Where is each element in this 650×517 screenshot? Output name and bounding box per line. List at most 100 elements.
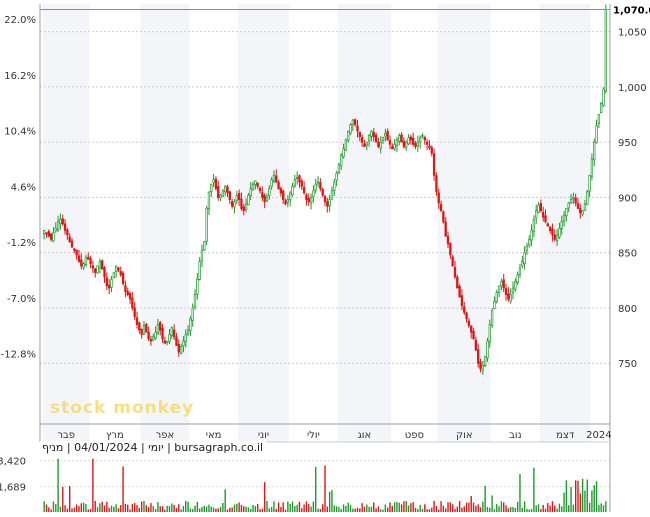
volume-bar (537, 504, 540, 512)
candle-body (249, 188, 252, 197)
volume-bar (382, 509, 384, 512)
candle-body (256, 182, 259, 187)
volume-bar (384, 504, 387, 512)
candle-body (581, 210, 584, 215)
x-month-label: אפר (156, 430, 175, 441)
volume-bar (470, 495, 472, 512)
candle-body (367, 135, 371, 142)
volume-bar (64, 505, 66, 512)
watermark: stock monkey (50, 398, 195, 418)
volume-bar (117, 508, 120, 512)
volume-bar (479, 507, 482, 512)
candle-body (600, 103, 603, 113)
month-band (189, 4, 238, 442)
candle-body (265, 197, 269, 202)
volume-bar (62, 486, 64, 512)
y-axis-right: 1,050 1,000 950 900 850 800 750 (618, 28, 647, 371)
candle-body (377, 141, 380, 147)
volume-bar (477, 504, 479, 512)
month-band (140, 4, 190, 442)
candle-body (94, 268, 97, 273)
volume-bar (78, 506, 80, 512)
volume-bar (59, 506, 62, 512)
volume-bar (303, 504, 305, 512)
volume-bar (593, 485, 595, 512)
candle-body (226, 186, 229, 194)
candle-body (551, 228, 554, 236)
volume-bar (565, 480, 568, 512)
volume-bar (421, 509, 424, 512)
volume-bar (108, 507, 110, 512)
candle-body (77, 255, 81, 262)
candle-body (242, 206, 245, 212)
candle-body (131, 297, 134, 309)
candle-body (309, 197, 313, 204)
volume-bar (475, 506, 477, 512)
volume-bar (438, 509, 440, 512)
candle-body (449, 243, 452, 256)
candle-body (291, 186, 294, 196)
volume-bar (157, 502, 159, 512)
volume-bar (73, 507, 76, 512)
volume-bar (496, 504, 498, 512)
volume-bar (270, 506, 273, 512)
volume-bar (326, 506, 329, 512)
candle-body (414, 143, 417, 147)
candle-body (465, 312, 468, 320)
candle-body (142, 325, 146, 335)
candle-body (284, 200, 287, 205)
volume-bar (154, 508, 157, 512)
volume-bar (301, 508, 303, 512)
candle-body (237, 193, 241, 200)
candle-body (154, 331, 157, 339)
volume-bar (523, 501, 526, 512)
candle-body (203, 241, 206, 251)
chart-root: 1,070.00 22.0% 16.2% 10.4% 4.6% -1.2% -7.0% -1… (0, 0, 650, 513)
y-right-tick-label: 750 (618, 359, 637, 370)
volume-bar (55, 504, 57, 512)
volume-bar (554, 505, 556, 512)
candle-body (42, 230, 46, 235)
y-right-tick-label: 850 (618, 249, 637, 260)
candle-body (117, 267, 120, 271)
candle-body (179, 346, 183, 354)
candle-body (145, 323, 148, 333)
month-band (590, 4, 607, 442)
month-band (337, 4, 392, 442)
volume-bar (398, 502, 400, 512)
volume-bar (224, 489, 226, 512)
candle-body (228, 191, 232, 200)
volume-bar (498, 506, 500, 512)
candle-body (483, 356, 487, 366)
volume-bar (133, 503, 136, 512)
volume-bar (551, 501, 554, 512)
volume-bar (110, 505, 113, 512)
volume-bar (312, 501, 315, 512)
candle-body (247, 194, 250, 206)
volume-bar (291, 501, 294, 512)
volume-bar (359, 508, 361, 512)
candle-body (170, 327, 173, 336)
candle-body (80, 259, 83, 267)
candle-body (121, 272, 125, 284)
volume-bar (335, 506, 338, 512)
y-left-tick-label: 22.0% (4, 15, 36, 26)
volume-bar (243, 506, 245, 512)
volume-bar (175, 508, 178, 512)
candle-body (205, 208, 208, 242)
volume-bar (588, 502, 591, 512)
candle-body (405, 141, 408, 149)
volume-bar (509, 507, 512, 512)
candle-body (163, 340, 167, 344)
y-left-tick-label: 10.4% (4, 127, 36, 138)
candle-body (156, 324, 160, 334)
volume-bar (254, 505, 257, 512)
x-month-label: ספט (405, 430, 424, 441)
candle-body (395, 139, 399, 146)
volume-bar (321, 504, 324, 512)
volume-bar (189, 508, 192, 512)
candle-body (558, 228, 561, 238)
candle-body (168, 334, 171, 342)
volume-bar (305, 501, 308, 512)
candle-body (258, 188, 262, 192)
